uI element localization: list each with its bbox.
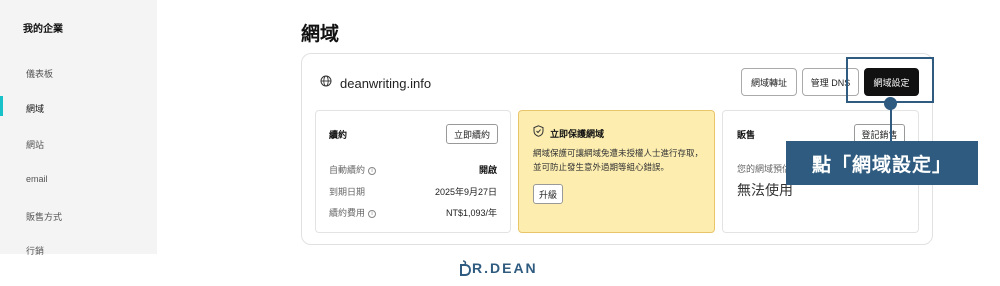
active-indicator bbox=[0, 96, 3, 116]
estimate-label: 您的網域預估 bbox=[737, 164, 792, 174]
company-name: 我的企業 bbox=[23, 24, 63, 35]
sidebar-item-website[interactable]: 網站 bbox=[26, 138, 44, 151]
renewal-fee-label: 續約費用 i bbox=[329, 206, 377, 219]
estimate-value: 無法使用 bbox=[737, 182, 793, 198]
logo-text: R.DEAN bbox=[472, 260, 538, 276]
sidebar-item-dashboard[interactable]: 儀表板 bbox=[26, 67, 53, 80]
auto-renew-value: 開啟 bbox=[478, 165, 497, 175]
callout-label: 點「網域設定」 bbox=[786, 141, 978, 185]
dr-dean-logo: R.DEAN bbox=[459, 260, 538, 276]
expiry-value: 2025年9月27日 bbox=[434, 187, 497, 197]
protection-title: 立即保護網域 bbox=[550, 128, 605, 139]
upgrade-button[interactable]: 升級 bbox=[533, 184, 563, 204]
info-icon[interactable]: i bbox=[368, 209, 377, 218]
renewal-title: 續約 bbox=[329, 130, 348, 140]
sidebar-item-domains[interactable]: 網域 bbox=[26, 102, 44, 115]
sale-title: 販售 bbox=[737, 130, 756, 140]
protection-header: 立即保護網域 bbox=[533, 124, 604, 142]
domain-name: deanwriting.info bbox=[340, 75, 432, 91]
sidebar-item-email[interactable]: email bbox=[26, 174, 48, 184]
domain-header: deanwriting.info bbox=[320, 74, 431, 92]
auto-renew-label: 自動續約 i bbox=[329, 163, 377, 176]
sidebar-item-sales-channels[interactable]: 販售方式 bbox=[26, 210, 62, 223]
renew-now-button[interactable]: 立即續約 bbox=[446, 124, 498, 144]
protection-text: 網域保護可讓網域免遭未授權人士進行存取，並可防止發生意外過期等組心錯誤。 bbox=[533, 148, 704, 172]
domain-forwarding-button[interactable]: 網域轉址 bbox=[741, 68, 797, 96]
sidebar-item-marketing[interactable]: 行銷 bbox=[26, 244, 44, 257]
info-icon[interactable]: i bbox=[368, 166, 377, 175]
page-title: 網域 bbox=[301, 24, 340, 45]
expiry-label: 到期日期 bbox=[329, 187, 366, 197]
logo-mark-icon bbox=[460, 260, 471, 276]
sidebar: 我的企業 儀表板 網域 網站 email 販售方式 行銷 bbox=[0, 0, 157, 257]
renewal-fee-value: NT$1,093/年 bbox=[445, 208, 497, 218]
globe-icon bbox=[320, 74, 332, 92]
callout-dot bbox=[884, 97, 897, 110]
shield-check-icon bbox=[533, 124, 544, 142]
